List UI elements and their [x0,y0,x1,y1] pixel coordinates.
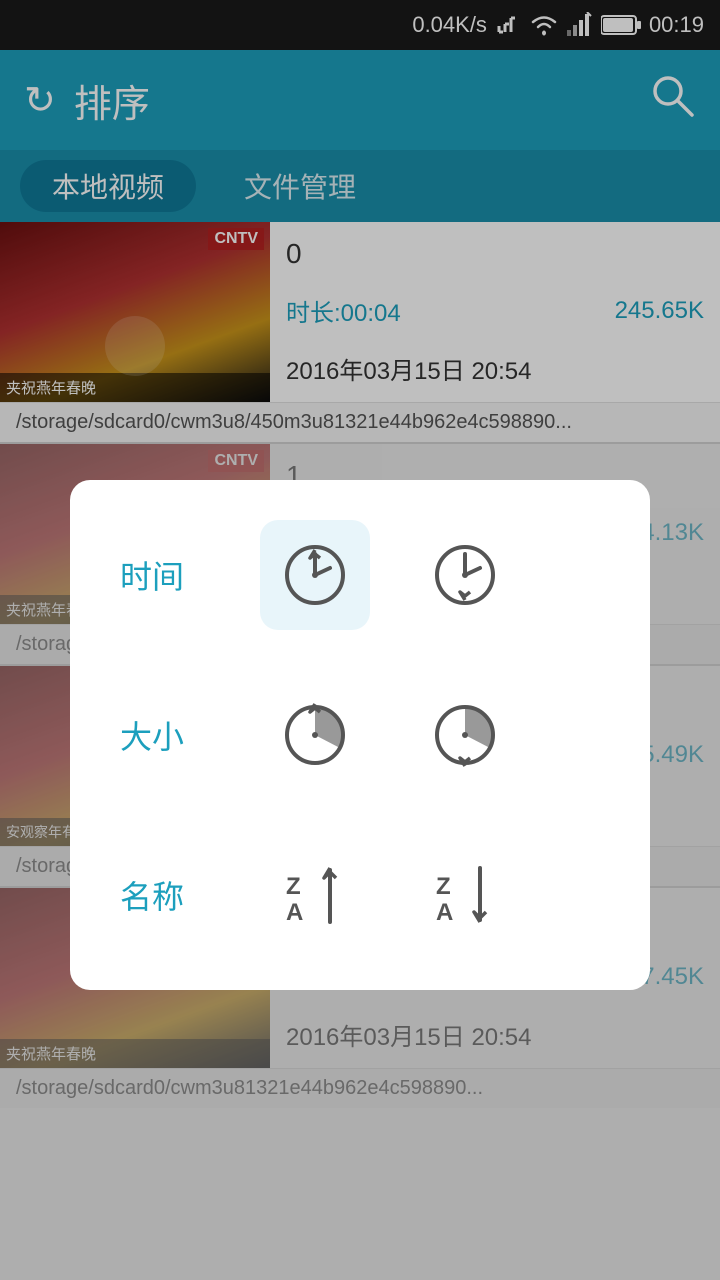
sort-size-asc-button[interactable] [260,680,370,790]
sort-label-size: 大小 [120,712,220,758]
sort-time-desc-button[interactable] [410,520,520,630]
svg-text:A: A [436,899,453,926]
sort-name-desc-button[interactable]: Z A [410,840,520,950]
sort-row-size: 大小 [120,680,600,790]
sort-popup: 时间 大 [70,480,650,990]
sort-size-desc-button[interactable] [410,680,520,790]
sort-time-asc-button[interactable] [260,520,370,630]
sort-popup-overlay[interactable]: 时间 大 [0,0,720,1280]
sort-label-time: 时间 [120,552,220,598]
sort-row-name: 名称 Z A Z A [120,840,600,950]
sort-label-name: 名称 [120,872,220,918]
sort-name-asc-button[interactable]: Z A [260,840,370,950]
svg-text:Z: Z [286,873,301,900]
sort-row-time: 时间 [120,520,600,630]
svg-text:A: A [286,899,303,926]
svg-text:Z: Z [436,873,451,900]
